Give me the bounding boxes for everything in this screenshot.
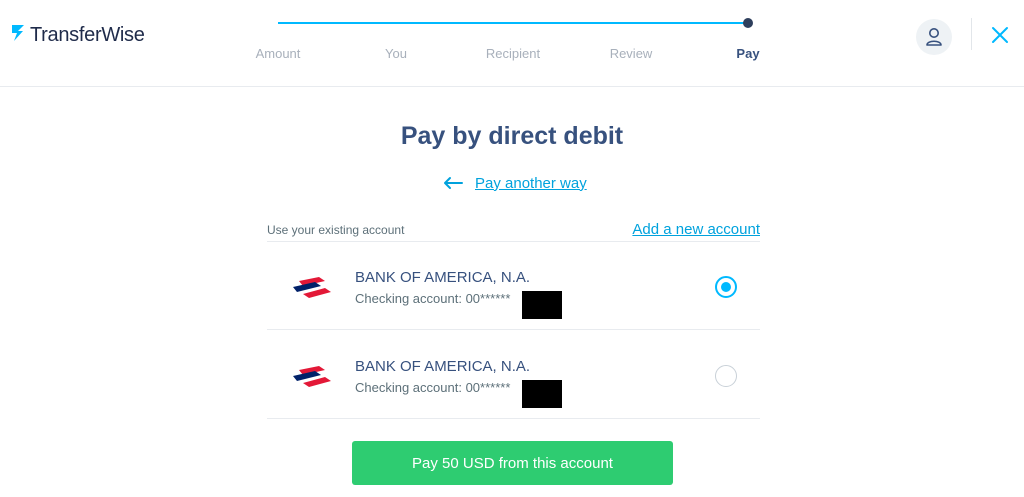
step-labels: Amount You Recipient Review Pay	[0, 46, 1024, 64]
user-icon	[926, 28, 942, 46]
redacted-account-number	[522, 380, 562, 408]
arrow-left-icon	[444, 177, 463, 189]
close-button[interactable]	[989, 24, 1011, 46]
logo-flag-icon	[12, 25, 24, 41]
logo-text: TransferWise	[30, 23, 145, 46]
top-header: TransferWise Amount You Recipient Review…	[0, 0, 1024, 87]
bank-name: BANK OF AMERICA, N.A.	[355, 269, 531, 286]
account-option[interactable]: BANK OF AMERICA, N.A. Checking account: …	[267, 331, 760, 419]
step-review[interactable]: Review	[610, 46, 653, 61]
step-recipient[interactable]: Recipient	[486, 46, 540, 61]
add-new-account-link[interactable]: Add a new account	[632, 221, 760, 238]
step-amount[interactable]: Amount	[256, 46, 301, 61]
step-you[interactable]: You	[385, 46, 407, 61]
pay-another-way-link[interactable]: Pay another way	[475, 175, 587, 192]
account-option[interactable]: BANK OF AMERICA, N.A. Checking account: …	[267, 242, 760, 330]
bank-name: BANK OF AMERICA, N.A.	[355, 358, 531, 375]
step-pay: Pay	[736, 46, 760, 61]
account-radio-selected[interactable]	[715, 276, 737, 298]
account-detail: Checking account: 00******	[355, 380, 511, 395]
existing-accounts-header: Use your existing account Add a new acco…	[267, 220, 760, 242]
section-label: Use your existing account	[267, 223, 405, 237]
account-detail: Checking account: 00******	[355, 291, 511, 306]
progress-current-dot	[743, 18, 753, 28]
pay-button[interactable]: Pay 50 USD from this account	[352, 441, 673, 485]
header-divider	[971, 18, 972, 50]
redacted-account-number	[522, 291, 562, 319]
pay-another-way-row[interactable]: Pay another way	[443, 172, 587, 194]
page-title: Pay by direct debit	[400, 122, 624, 150]
close-icon	[992, 27, 1008, 43]
bank-of-america-logo-icon	[293, 277, 331, 298]
bank-of-america-logo-icon	[293, 366, 331, 387]
account-radio[interactable]	[715, 365, 737, 387]
account-avatar-button[interactable]	[916, 19, 952, 55]
progress-bar	[278, 22, 748, 24]
